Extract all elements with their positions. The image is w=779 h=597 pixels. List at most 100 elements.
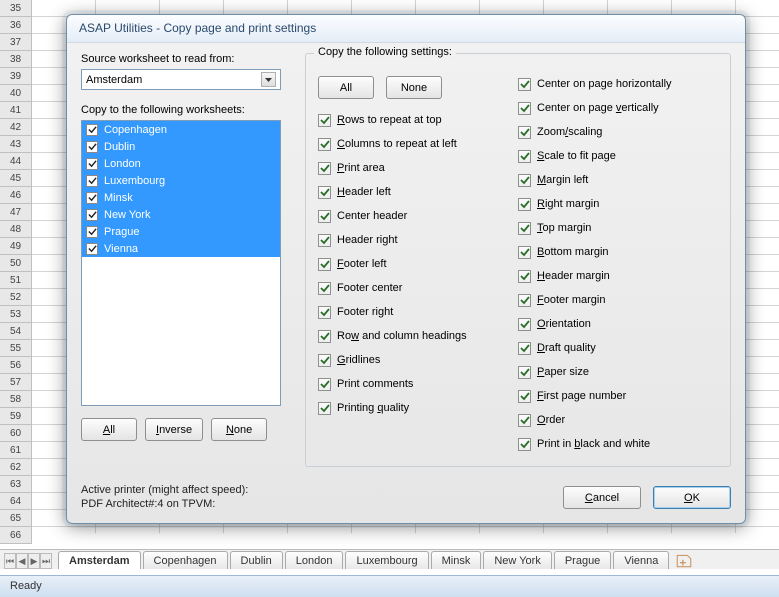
checkbox[interactable] xyxy=(86,124,98,136)
row-header[interactable]: 57 xyxy=(0,374,32,391)
row-header[interactable]: 59 xyxy=(0,408,32,425)
row-header[interactable]: 63 xyxy=(0,476,32,493)
checkbox[interactable] xyxy=(318,354,331,367)
checkbox[interactable] xyxy=(518,174,531,187)
worksheet-item[interactable]: London xyxy=(82,155,280,172)
row-header[interactable]: 52 xyxy=(0,289,32,306)
checkbox[interactable] xyxy=(518,150,531,163)
row-header[interactable]: 44 xyxy=(0,153,32,170)
row-header[interactable]: 39 xyxy=(0,68,32,85)
sheet-tab-luxembourg[interactable]: Luxembourg xyxy=(345,551,428,569)
worksheet-item[interactable]: Minsk xyxy=(82,189,280,206)
row-header[interactable]: 41 xyxy=(0,102,32,119)
checkbox[interactable] xyxy=(518,270,531,283)
sheet-tab-london[interactable]: London xyxy=(285,551,344,569)
row-header[interactable]: 48 xyxy=(0,221,32,238)
select-all-worksheets-button[interactable]: All xyxy=(81,418,137,441)
sheet-tab-prague[interactable]: Prague xyxy=(554,551,611,569)
worksheet-item[interactable]: Luxembourg xyxy=(82,172,280,189)
checkbox[interactable] xyxy=(518,246,531,259)
checkbox[interactable] xyxy=(518,342,531,355)
checkbox[interactable] xyxy=(318,378,331,391)
row-header[interactable]: 51 xyxy=(0,272,32,289)
row-header[interactable]: 36 xyxy=(0,17,32,34)
checkbox[interactable] xyxy=(318,186,331,199)
checkbox[interactable] xyxy=(86,175,98,187)
inverse-selection-button[interactable]: Inverse xyxy=(145,418,203,441)
checkbox[interactable] xyxy=(86,158,98,170)
settings-none-button[interactable]: None xyxy=(386,76,442,99)
checkbox[interactable] xyxy=(518,390,531,403)
row-header[interactable]: 37 xyxy=(0,34,32,51)
row-header[interactable]: 60 xyxy=(0,425,32,442)
checkbox[interactable] xyxy=(318,258,331,271)
tab-nav-first[interactable]: ⏮ xyxy=(4,553,16,569)
row-header[interactable]: 35 xyxy=(0,0,32,17)
row-header[interactable]: 54 xyxy=(0,323,32,340)
sheet-tab-vienna[interactable]: Vienna xyxy=(613,551,669,569)
checkbox[interactable] xyxy=(518,318,531,331)
checkbox[interactable] xyxy=(318,234,331,247)
ok-button[interactable]: OK xyxy=(653,486,731,509)
checkbox[interactable] xyxy=(318,114,331,127)
row-header[interactable]: 58 xyxy=(0,391,32,408)
worksheet-item[interactable]: Vienna xyxy=(82,240,280,257)
row-header[interactable]: 53 xyxy=(0,306,32,323)
row-header[interactable]: 45 xyxy=(0,170,32,187)
checkbox[interactable] xyxy=(518,78,531,91)
checkbox[interactable] xyxy=(518,294,531,307)
row-header[interactable]: 66 xyxy=(0,527,32,544)
row-header[interactable]: 49 xyxy=(0,238,32,255)
checkbox[interactable] xyxy=(86,226,98,238)
row-header[interactable]: 46 xyxy=(0,187,32,204)
checkbox[interactable] xyxy=(318,306,331,319)
checkbox[interactable] xyxy=(318,282,331,295)
tab-nav-next[interactable]: ▶ xyxy=(28,553,40,569)
checkbox[interactable] xyxy=(318,330,331,343)
row-header[interactable]: 56 xyxy=(0,357,32,374)
select-none-worksheets-button[interactable]: None xyxy=(211,418,267,441)
checkbox[interactable] xyxy=(518,102,531,115)
insert-sheet-button[interactable] xyxy=(675,553,693,569)
target-worksheets-list[interactable]: CopenhagenDublinLondonLuxembourgMinskNew… xyxy=(81,120,281,406)
row-header[interactable]: 64 xyxy=(0,493,32,510)
checkbox[interactable] xyxy=(518,414,531,427)
checkbox[interactable] xyxy=(86,243,98,255)
worksheet-item[interactable]: Copenhagen xyxy=(82,121,280,138)
settings-all-button[interactable]: All xyxy=(318,76,374,99)
checkbox[interactable] xyxy=(86,192,98,204)
worksheet-item[interactable]: Dublin xyxy=(82,138,280,155)
row-header[interactable]: 38 xyxy=(0,51,32,68)
sheet-tab-dublin[interactable]: Dublin xyxy=(230,551,283,569)
source-worksheet-dropdown[interactable]: Amsterdam xyxy=(81,69,281,90)
checkbox[interactable] xyxy=(518,366,531,379)
row-header[interactable]: 65 xyxy=(0,510,32,527)
sheet-tab-copenhagen[interactable]: Copenhagen xyxy=(143,551,228,569)
checkbox[interactable] xyxy=(518,126,531,139)
row-header[interactable]: 42 xyxy=(0,119,32,136)
tab-nav-last[interactable]: ⏭ xyxy=(40,553,52,569)
row-header[interactable]: 47 xyxy=(0,204,32,221)
sheet-tab-new-york[interactable]: New York xyxy=(483,551,551,569)
cancel-button[interactable]: Cancel xyxy=(563,486,641,509)
row-header[interactable]: 61 xyxy=(0,442,32,459)
checkbox[interactable] xyxy=(86,141,98,153)
sheet-tab-minsk[interactable]: Minsk xyxy=(431,551,482,569)
tab-nav-prev[interactable]: ◀ xyxy=(16,553,28,569)
checkbox[interactable] xyxy=(518,222,531,235)
worksheet-item[interactable]: New York xyxy=(82,206,280,223)
row-header[interactable]: 50 xyxy=(0,255,32,272)
row-header[interactable]: 62 xyxy=(0,459,32,476)
checkbox[interactable] xyxy=(318,138,331,151)
checkbox[interactable] xyxy=(518,438,531,451)
checkbox[interactable] xyxy=(318,162,331,175)
row-header[interactable]: 40 xyxy=(0,85,32,102)
row-header[interactable]: 55 xyxy=(0,340,32,357)
checkbox[interactable] xyxy=(318,210,331,223)
worksheet-item[interactable]: Prague xyxy=(82,223,280,240)
checkbox[interactable] xyxy=(318,402,331,415)
row-header[interactable]: 43 xyxy=(0,136,32,153)
checkbox[interactable] xyxy=(518,198,531,211)
sheet-tab-amsterdam[interactable]: Amsterdam xyxy=(58,551,141,569)
checkbox[interactable] xyxy=(86,209,98,221)
